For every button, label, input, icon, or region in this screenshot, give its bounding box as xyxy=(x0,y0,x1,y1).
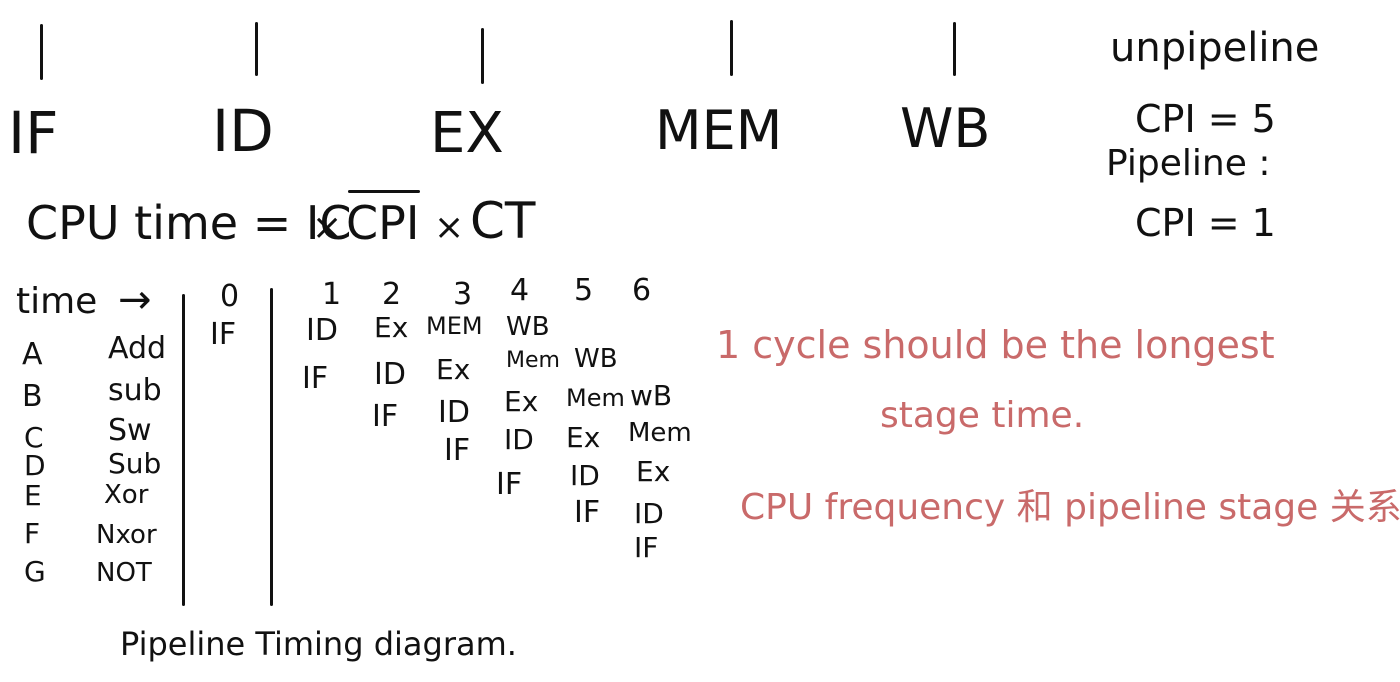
stage-label-if: IF xyxy=(8,99,59,167)
instruction-id: B xyxy=(22,379,43,414)
instruction-op: Add xyxy=(108,331,167,366)
stage-tick-id xyxy=(255,22,258,76)
stage-cell: Ex xyxy=(566,421,601,454)
stage-cell: ID xyxy=(634,497,664,530)
time-arrow: → xyxy=(118,277,152,323)
stage-cell: IF xyxy=(302,361,329,396)
stage-label-id: ID xyxy=(212,97,274,165)
stage-cell: ID xyxy=(374,357,406,392)
formula-lhs: CPU time = IC xyxy=(26,196,352,250)
instruction-id: D xyxy=(24,449,46,482)
stage-cell: IF xyxy=(210,317,237,352)
stage-cell: Ex xyxy=(504,385,539,418)
stage-cell: Mem xyxy=(506,348,560,373)
instruction-id: F xyxy=(24,517,41,550)
instruction-id: E xyxy=(24,479,42,512)
stage-cell: IF xyxy=(372,399,399,434)
stage-label-mem: MEM xyxy=(655,99,783,162)
stage-cell: Ex xyxy=(436,353,471,386)
cycle-number: 6 xyxy=(632,273,652,308)
stage-cell: ID xyxy=(504,423,534,456)
instruction-op: Sw xyxy=(108,413,152,448)
stage-cell: wB xyxy=(630,379,673,412)
stage-cell: WB xyxy=(574,344,618,374)
stage-tick-wb xyxy=(953,22,956,76)
formula-times-2: × xyxy=(434,207,465,248)
stage-tick-if xyxy=(40,24,43,80)
stage-cell: ID xyxy=(306,313,338,348)
cycle-number: 0 xyxy=(220,279,240,314)
cycle-number: 1 xyxy=(322,277,342,312)
instruction-op: sub xyxy=(108,373,162,408)
cycle-number: 2 xyxy=(382,277,402,312)
stage-cell: Mem xyxy=(628,418,692,448)
cpi-overbar xyxy=(348,190,420,193)
red-note-stage-time: stage time. xyxy=(880,395,1085,436)
note-pipeline: Pipeline : xyxy=(1106,143,1271,184)
stage-cell: ID xyxy=(438,395,470,430)
stage-cell: IF xyxy=(496,467,523,502)
stage-tick-mem xyxy=(730,20,733,76)
stage-label-ex: EX xyxy=(430,101,504,166)
stage-cell: Ex xyxy=(374,311,409,344)
stage-cell: IF xyxy=(634,531,659,564)
instruction-op: Nxor xyxy=(96,520,157,550)
red-note-cpu-frequency: CPU frequency 和 pipeline stage 关系 xyxy=(740,487,1400,528)
cycle-number: 3 xyxy=(453,277,473,312)
cycle-number: 4 xyxy=(510,273,530,308)
stage-cell: MEM xyxy=(426,312,483,340)
cycle-number: 5 xyxy=(574,273,594,308)
instruction-id: A xyxy=(22,337,43,372)
stage-label-wb: WB xyxy=(900,97,991,160)
formula-cpi: CPI xyxy=(346,196,420,250)
note-cpi-pipelined: CPI = 1 xyxy=(1135,201,1276,245)
formula-times-1: × xyxy=(312,207,343,248)
instruction-op: NOT xyxy=(96,558,152,588)
whiteboard-canvas: IF ID EX MEM WB unpipeline CPI = 5 Pipel… xyxy=(0,0,1400,682)
formula-ct: CT xyxy=(470,192,536,250)
stage-cell: Mem xyxy=(566,384,625,412)
note-cpi-unpipelined: CPI = 5 xyxy=(1135,97,1276,141)
diagram-caption: Pipeline Timing diagram. xyxy=(120,625,517,663)
instruction-op: Xor xyxy=(104,480,149,510)
stage-cell: Ex xyxy=(636,455,671,488)
instruction-op: Sub xyxy=(108,447,162,480)
stage-cell: IF xyxy=(444,433,471,468)
note-unpipeline: unpipeline xyxy=(1110,25,1320,71)
divider-line xyxy=(270,288,273,606)
instruction-id: G xyxy=(24,555,46,588)
red-note-longest-stage: 1 cycle should be the longest xyxy=(716,323,1275,367)
divider-line xyxy=(182,294,185,606)
stage-cell: WB xyxy=(506,312,550,342)
stage-tick-ex xyxy=(481,28,484,84)
instruction-id: C xyxy=(24,421,44,454)
stage-cell: IF xyxy=(574,495,601,530)
stage-cell: ID xyxy=(570,459,600,492)
time-label: time xyxy=(16,281,98,322)
